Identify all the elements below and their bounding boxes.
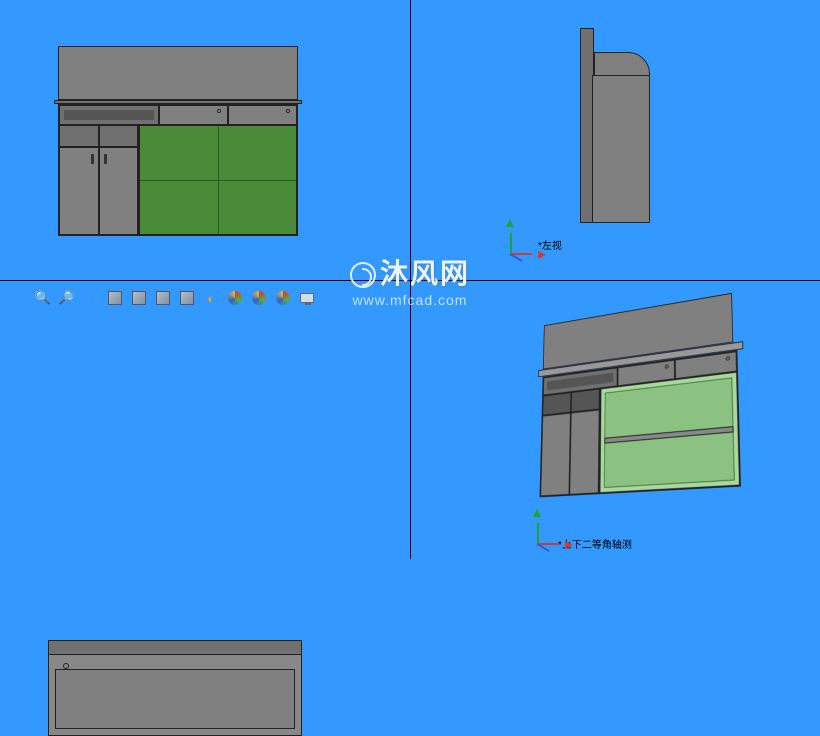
- top-surface: [55, 669, 295, 729]
- view-cube-3-icon[interactable]: [155, 290, 171, 306]
- x-arrow-icon: [565, 541, 573, 549]
- keyboard-tray: [59, 105, 159, 125]
- origin-triad: [500, 225, 540, 265]
- door-pair: [59, 147, 138, 235]
- door-right: [99, 147, 139, 235]
- side-body: [592, 75, 650, 223]
- iso-shelf: [604, 426, 733, 444]
- cabinet-front-model: [58, 46, 298, 236]
- viewport-dimetric[interactable]: *上下二等角轴测: [410, 280, 820, 560]
- viewport-front[interactable]: [0, 0, 410, 280]
- color-view-3-icon[interactable]: [275, 290, 291, 306]
- glass-doors: [139, 125, 297, 235]
- viewport-label: *左视: [538, 237, 562, 252]
- drawer-row: [59, 105, 297, 125]
- x-arrow-icon: [538, 251, 546, 259]
- cubby: [59, 125, 99, 147]
- color-view-1-icon[interactable]: [227, 290, 243, 306]
- cabinet-side-model: [580, 28, 650, 223]
- y-axis-icon: [537, 523, 539, 545]
- cabinet-top-model: [48, 640, 302, 736]
- glass-divider: [218, 126, 219, 234]
- door: [569, 409, 600, 494]
- view-cube-1-icon[interactable]: [107, 290, 123, 306]
- y-axis-icon: [510, 233, 512, 255]
- origin-triad: [527, 515, 567, 555]
- viewport-left-side[interactable]: *左视: [410, 0, 820, 280]
- iso-left-section: [540, 388, 600, 496]
- door: [540, 413, 570, 497]
- display-icon[interactable]: [299, 290, 315, 306]
- handle-icon: [104, 154, 107, 164]
- lock-icon: [726, 356, 730, 361]
- drawer-1: [159, 105, 228, 125]
- handle-icon: [91, 154, 94, 164]
- y-arrow-icon: [533, 509, 541, 517]
- iso-body: [539, 350, 741, 497]
- iso-glass-doors: [600, 372, 741, 494]
- drawer-2: [228, 105, 297, 125]
- cubby-row: [59, 125, 138, 147]
- cabinet-back-panel: [58, 46, 298, 100]
- zoom-in-icon[interactable]: 🔍: [35, 290, 51, 306]
- iso-doors: [540, 409, 599, 496]
- top-rim: [49, 641, 301, 655]
- door-left: [59, 147, 99, 235]
- cubby: [99, 125, 139, 147]
- shade-mode-icon[interactable]: ◐: [203, 290, 219, 306]
- lock-icon: [665, 364, 669, 368]
- view-cube-2-icon[interactable]: [131, 290, 147, 306]
- lock-icon: [286, 109, 290, 113]
- view-toolbar: 🔍 🔎 ⌖ ◐: [35, 290, 315, 306]
- cabinet-lower: [59, 125, 297, 235]
- viewport-grid: *左视: [0, 0, 820, 559]
- zoom-window-icon[interactable]: ⌖: [83, 290, 99, 306]
- color-view-2-icon[interactable]: [251, 290, 267, 306]
- lock-icon: [217, 109, 221, 113]
- y-arrow-icon: [506, 219, 514, 227]
- view-cube-4-icon[interactable]: [179, 290, 195, 306]
- cabinet-iso-model: [534, 289, 762, 509]
- viewport-top[interactable]: [0, 280, 410, 560]
- zoom-out-icon[interactable]: 🔎: [59, 290, 75, 306]
- left-section: [59, 125, 139, 235]
